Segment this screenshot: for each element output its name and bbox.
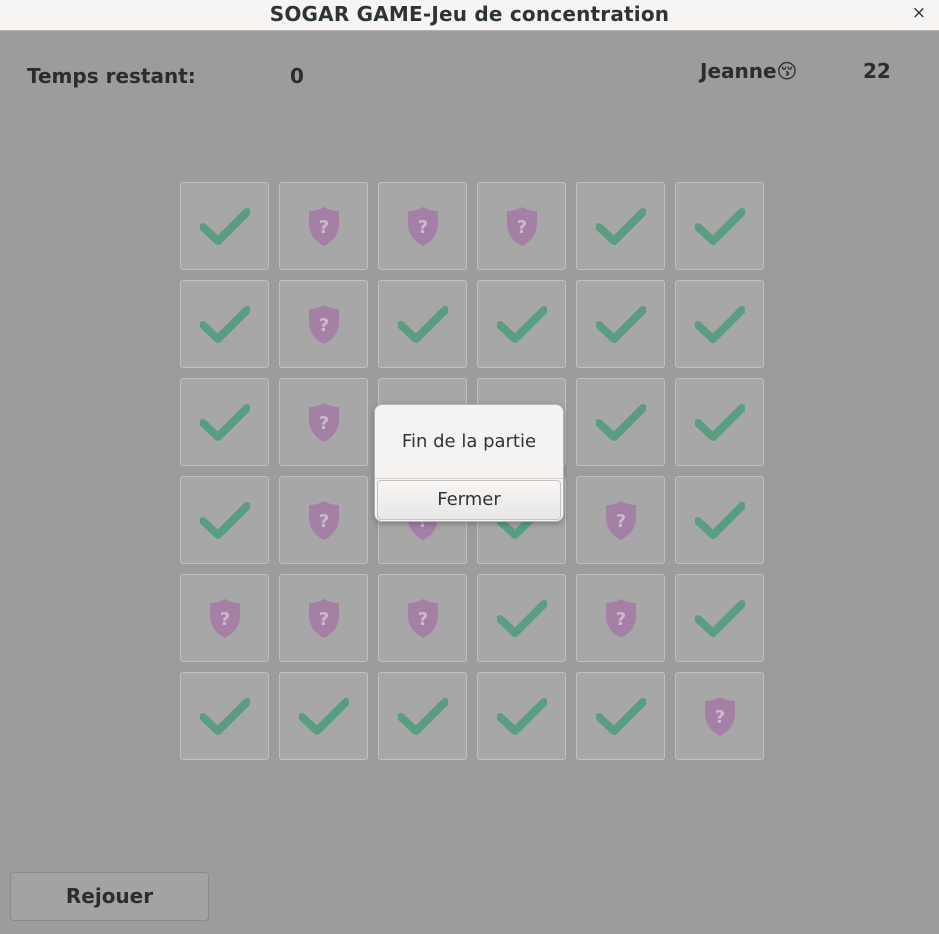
check-icon — [199, 206, 250, 246]
card-r5-c1[interactable]: ? — [180, 574, 269, 662]
card-r3-c2[interactable]: ? — [279, 378, 368, 466]
svg-text:?: ? — [318, 511, 328, 532]
svg-text:?: ? — [318, 217, 328, 238]
svg-text:?: ? — [615, 511, 625, 532]
check-icon — [694, 304, 745, 344]
card-r2-c4[interactable] — [477, 280, 566, 368]
svg-text:?: ? — [516, 217, 526, 238]
player-score: 22 — [863, 59, 891, 83]
card-r4-c5[interactable]: ? — [576, 476, 665, 564]
card-r2-c5[interactable] — [576, 280, 665, 368]
check-icon — [199, 402, 250, 442]
card-r1-c1[interactable] — [180, 182, 269, 270]
shield-question-icon: ? — [307, 499, 341, 541]
close-icon[interactable]: × — [911, 3, 927, 23]
card-r2-c6[interactable] — [675, 280, 764, 368]
check-icon — [595, 206, 646, 246]
card-r6-c5[interactable] — [576, 672, 665, 760]
check-icon — [199, 304, 250, 344]
check-icon — [694, 206, 745, 246]
shield-question-icon: ? — [406, 597, 440, 639]
check-icon — [199, 696, 250, 736]
check-icon — [595, 696, 646, 736]
shield-question-icon: ? — [208, 597, 242, 639]
check-icon — [595, 304, 646, 344]
shield-question-icon: ? — [307, 303, 341, 345]
shield-question-icon: ? — [406, 205, 440, 247]
check-icon — [496, 696, 547, 736]
shield-question-icon: ? — [604, 597, 638, 639]
dialog-message: Fin de la partie — [401, 431, 537, 452]
svg-text:?: ? — [417, 609, 427, 630]
card-r4-c6[interactable] — [675, 476, 764, 564]
close-dialog-button[interactable]: Fermer — [377, 480, 561, 520]
shield-question-icon: ? — [307, 401, 341, 443]
svg-text:?: ? — [714, 707, 724, 728]
check-icon — [199, 500, 250, 540]
game-over-dialog: Fin de la partie Fermer — [374, 404, 564, 522]
card-r3-c5[interactable] — [576, 378, 665, 466]
card-r3-c6[interactable] — [675, 378, 764, 466]
check-icon — [496, 304, 547, 344]
shield-question-icon: ? — [307, 597, 341, 639]
card-r5-c3[interactable]: ? — [378, 574, 467, 662]
check-icon — [694, 598, 745, 638]
svg-text:?: ? — [417, 217, 427, 238]
card-r5-c4[interactable] — [477, 574, 566, 662]
shield-question-icon: ? — [505, 205, 539, 247]
window-title: SOGAR GAME-Jeu de concentration — [269, 2, 670, 26]
check-icon — [397, 696, 448, 736]
dialog-divider — [375, 478, 563, 479]
card-r6-c2[interactable] — [279, 672, 368, 760]
svg-text:?: ? — [219, 609, 229, 630]
time-remaining-label: Temps restant: — [27, 64, 196, 88]
card-r1-c2[interactable]: ? — [279, 182, 368, 270]
check-icon — [595, 402, 646, 442]
card-r1-c3[interactable]: ? — [378, 182, 467, 270]
card-r4-c2[interactable]: ? — [279, 476, 368, 564]
svg-text:?: ? — [615, 609, 625, 630]
card-r5-c5[interactable]: ? — [576, 574, 665, 662]
card-r1-c6[interactable] — [675, 182, 764, 270]
time-remaining-value: 0 — [290, 64, 304, 88]
card-r2-c1[interactable] — [180, 280, 269, 368]
card-r6-c3[interactable] — [378, 672, 467, 760]
card-r5-c2[interactable]: ? — [279, 574, 368, 662]
check-icon — [496, 598, 547, 638]
check-icon — [298, 696, 349, 736]
title-bar: SOGAR GAME-Jeu de concentration × — [0, 0, 939, 31]
card-r1-c4[interactable]: ? — [477, 182, 566, 270]
card-r5-c6[interactable] — [675, 574, 764, 662]
check-icon — [694, 402, 745, 442]
card-r4-c1[interactable] — [180, 476, 269, 564]
card-r2-c2[interactable]: ? — [279, 280, 368, 368]
check-icon — [694, 500, 745, 540]
player-name: Jeanne😚 — [700, 59, 798, 83]
svg-text:?: ? — [318, 413, 328, 434]
shield-question-icon: ? — [307, 205, 341, 247]
svg-text:?: ? — [318, 315, 328, 336]
replay-button[interactable]: Rejouer — [10, 872, 209, 921]
card-r6-c6[interactable]: ? — [675, 672, 764, 760]
card-r2-c3[interactable] — [378, 280, 467, 368]
shield-question-icon: ? — [604, 499, 638, 541]
shield-question-icon: ? — [703, 695, 737, 737]
card-r6-c4[interactable] — [477, 672, 566, 760]
card-r3-c1[interactable] — [180, 378, 269, 466]
check-icon — [397, 304, 448, 344]
svg-text:?: ? — [318, 609, 328, 630]
card-r1-c5[interactable] — [576, 182, 665, 270]
card-r6-c1[interactable] — [180, 672, 269, 760]
